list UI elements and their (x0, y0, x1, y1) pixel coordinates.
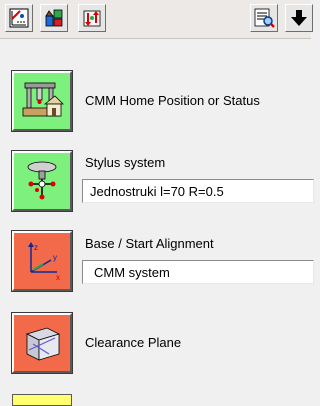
cmm-palette-icon (45, 9, 63, 27)
clearance-plane-button[interactable] (11, 312, 73, 374)
cmm-home-icon (22, 82, 64, 117)
cmm-palette-button[interactable] (40, 4, 68, 32)
coordinate-axes-icon: z y x (28, 242, 60, 282)
stylus-label: Stylus system (85, 155, 166, 170)
cmm-home-label: CMM Home Position or Status (85, 93, 260, 108)
clearance-plane-label: Clearance Plane (85, 335, 182, 350)
probe-transfer-icon (83, 10, 101, 27)
stylus-icon (27, 161, 57, 200)
next-row-button[interactable] (12, 394, 72, 406)
stylus-button[interactable] (11, 150, 73, 212)
clearance-cube-icon (25, 327, 61, 361)
arrow-down-button[interactable] (285, 4, 313, 32)
report-preview-icon (254, 8, 275, 28)
cmm-home-button[interactable] (11, 70, 73, 132)
arrow-down-icon (291, 10, 307, 26)
alignment-label: Base / Start Alignment (85, 236, 214, 251)
measure-tool-button[interactable] (5, 4, 33, 32)
svg-text:x: x (56, 273, 60, 282)
svg-text:y: y (53, 253, 57, 262)
toolbar (0, 0, 313, 39)
probe-transfer-button[interactable] (78, 4, 106, 32)
stylus-value-field[interactable]: Jednostruki l=70 R=0.5 (82, 179, 314, 203)
alignment-value-field[interactable]: CMM system (82, 260, 314, 284)
measure-tool-icon (9, 8, 29, 28)
alignment-button[interactable]: z y x (11, 230, 73, 292)
svg-text:z: z (34, 243, 38, 252)
report-preview-button[interactable] (250, 4, 278, 32)
